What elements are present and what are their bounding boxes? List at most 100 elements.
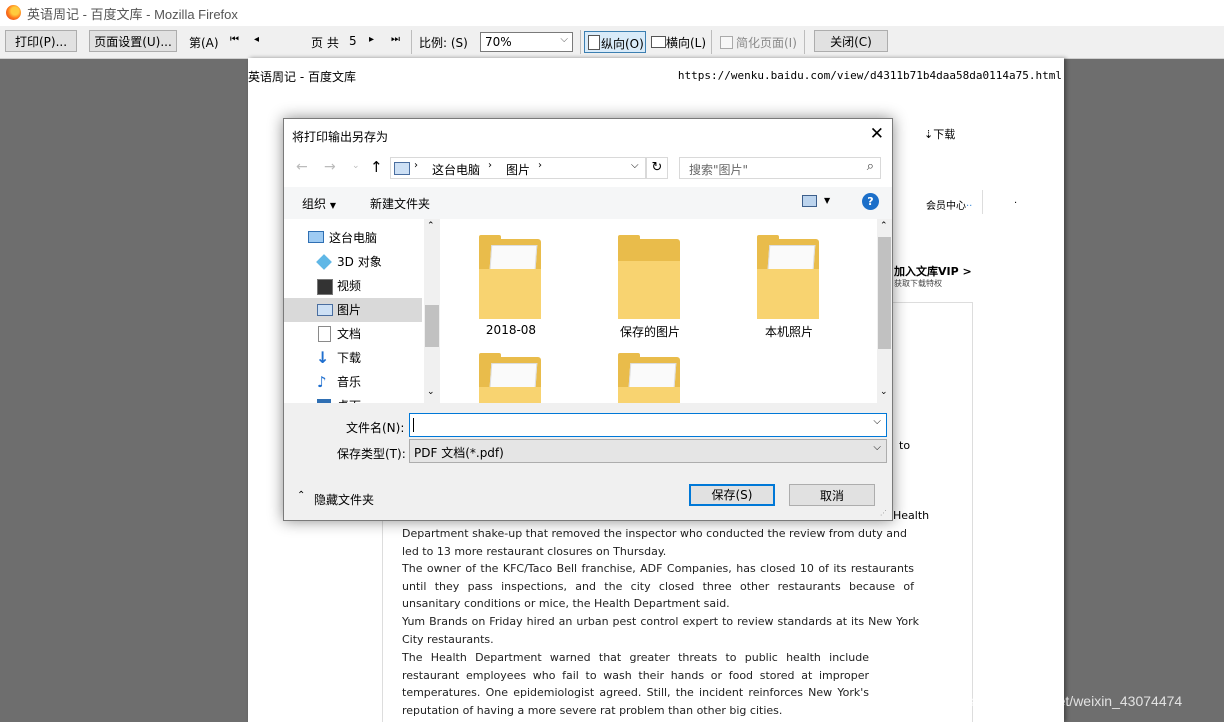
tree-item-3d-objects[interactable]: 3D 对象 xyxy=(284,250,422,274)
refresh-icon[interactable]: ↻ xyxy=(646,157,668,179)
chevron-down-icon: ⌵ xyxy=(560,34,568,45)
up-arrow-icon[interactable]: ↑ xyxy=(370,158,383,176)
next-page-icon[interactable]: ▸ xyxy=(369,34,374,45)
tree-item-desktop[interactable]: 桌面 xyxy=(284,394,422,403)
page-of-label: 页 共 xyxy=(311,36,339,50)
landscape-label: 横向(L) xyxy=(666,36,707,50)
video-icon xyxy=(317,279,333,295)
portrait-label: 纵向(O) xyxy=(601,37,644,51)
navigation-scrollbar[interactable]: ⌃ ⌄ xyxy=(424,219,440,403)
folder-name[interactable]: 2018-08 xyxy=(461,323,561,337)
landscape-toggle[interactable]: 横向(L) xyxy=(649,31,707,53)
text-fragment-health: Health xyxy=(893,509,930,522)
folder-icon[interactable] xyxy=(479,353,541,403)
tree-item-downloads[interactable]: ↓ 下载 xyxy=(284,346,422,370)
vip-title: 加入文库VIP > xyxy=(894,265,972,278)
organize-menu[interactable]: 组织 ▼ xyxy=(302,195,336,212)
tree-item-this-pc[interactable]: 这台电脑 xyxy=(284,226,422,250)
print-preview-toolbar: 打印(P)... 页面设置(U)... 第(A) ⏮ ◂ 1 页 共 5 ▸ ⏭… xyxy=(0,26,1224,78)
file-list-scrollbar[interactable]: ⌃ ⌄ xyxy=(877,219,892,403)
download-icon: ↓ xyxy=(316,348,330,367)
download-icon: ⇣ xyxy=(924,128,934,141)
folder-icon[interactable] xyxy=(618,353,680,403)
3d-objects-icon xyxy=(316,254,332,270)
filetype-value: PDF 文档(*.pdf) xyxy=(414,446,504,460)
simplify-checkbox[interactable] xyxy=(720,36,733,49)
command-bar: 组织 ▼ 新建文件夹 ▼ ? xyxy=(284,187,892,219)
scroll-up-icon[interactable]: ⌃ xyxy=(880,221,888,231)
search-box[interactable]: 搜索"图片" ⌕ xyxy=(679,157,881,179)
chevron-down-icon[interactable]: ⌵ xyxy=(631,160,639,171)
chevron-down-icon[interactable]: ▼ xyxy=(824,196,830,205)
close-button[interactable]: 关闭(C) xyxy=(814,30,888,52)
folder-name[interactable]: 本机照片 xyxy=(739,323,839,340)
tree-item-video[interactable]: 视频 xyxy=(284,274,422,298)
last-page-icon[interactable]: ⏭ xyxy=(391,34,400,45)
chevron-down-icon: ⌵ xyxy=(873,442,881,453)
toolbar-divider xyxy=(711,30,712,54)
page-setup-button[interactable]: 页面设置(U)... xyxy=(89,30,177,52)
simplify-label: 简化页面(I) xyxy=(736,36,797,50)
scroll-up-icon[interactable]: ⌃ xyxy=(427,221,435,231)
view-options-icon[interactable] xyxy=(802,195,817,207)
scale-select[interactable]: 70% ⌵ xyxy=(480,32,573,52)
chevron-right-icon: › xyxy=(538,160,542,171)
address-bar[interactable]: › 这台电脑 › 图片 › ⌵ xyxy=(390,157,646,179)
first-page-icon[interactable]: ⏮ xyxy=(230,34,239,45)
folder-icon[interactable] xyxy=(618,235,680,319)
back-arrow-icon[interactable]: ← xyxy=(296,159,308,175)
filetype-select[interactable]: PDF 文档(*.pdf) ⌵ xyxy=(409,439,887,463)
window-titlebar: 英语周记 - 百度文库 - Mozilla Firefox xyxy=(0,0,1224,26)
navigation-pane: 这台电脑 3D 对象 视频 图片 文档 ↓ 下载 ♪ 音乐 桌面 xyxy=(284,219,440,403)
folder-icon[interactable] xyxy=(479,235,541,319)
breadcrumb-item[interactable]: 图片 xyxy=(506,161,530,178)
scale-value: 70% xyxy=(485,35,512,49)
dialog-titlebar: 将打印输出另存为 ✕ xyxy=(284,119,892,152)
doc-paragraph: Yum Brands on Friday hired an urban pest… xyxy=(402,615,919,646)
landscape-page-icon xyxy=(651,36,666,48)
firefox-logo-icon xyxy=(6,5,21,20)
previous-page-icon[interactable]: ◂ xyxy=(254,34,259,45)
total-pages-label: 5 xyxy=(349,34,357,48)
search-icon: ⌕ xyxy=(866,159,874,174)
scrollbar-thumb[interactable] xyxy=(878,237,891,349)
doc-paragraph: Department shake-up that removed the ins… xyxy=(402,527,907,558)
download-link: ⇣下载 xyxy=(924,128,956,141)
dialog-title: 将打印输出另存为 xyxy=(292,130,389,144)
resize-grip-icon[interactable]: ⋰ xyxy=(880,509,887,517)
print-button[interactable]: 打印(P)... xyxy=(5,30,77,52)
folder-name[interactable]: 保存的图片 xyxy=(600,323,700,340)
page-prefix-label: 第(A) xyxy=(189,36,219,50)
save-as-dialog: 将打印输出另存为 ✕ ← → ⌄ ↑ › 这台电脑 › 图片 › ⌵ ↻ 搜索"… xyxy=(283,118,893,521)
tree-item-documents[interactable]: 文档 xyxy=(284,322,422,346)
breadcrumb-item[interactable]: 这台电脑 xyxy=(432,161,480,178)
chevron-down-icon[interactable]: ⌵ xyxy=(873,416,881,427)
filename-input[interactable]: ⌵ xyxy=(409,413,887,437)
chevron-up-icon[interactable]: ⌃ xyxy=(297,490,305,501)
scale-label: 比例: (S) xyxy=(419,36,468,50)
help-icon[interactable]: ? xyxy=(862,193,879,210)
toolbar-divider xyxy=(580,30,581,54)
hide-folders-toggle[interactable]: 隐藏文件夹 xyxy=(314,491,374,508)
recent-dropdown-icon[interactable]: ⌄ xyxy=(352,161,360,171)
cancel-button[interactable]: 取消 xyxy=(789,484,875,506)
folder-icon[interactable] xyxy=(757,235,819,319)
toolbar-divider xyxy=(804,30,805,54)
toolbar-divider xyxy=(411,30,412,54)
new-folder-button[interactable]: 新建文件夹 xyxy=(370,195,430,212)
header-divider xyxy=(982,190,983,214)
scroll-down-icon[interactable]: ⌄ xyxy=(427,387,435,397)
tree-item-music[interactable]: ♪ 音乐 xyxy=(284,370,422,394)
save-button[interactable]: 保存(S) xyxy=(689,484,775,506)
documents-icon xyxy=(318,326,331,342)
member-center-link: 会员中心·· xyxy=(926,201,973,212)
header-dot: · xyxy=(1014,198,1018,209)
dialog-footer: 文件名(N): ⌵ 保存类型(T): PDF 文档(*.pdf) ⌵ ⌃ 隐藏文… xyxy=(284,403,892,520)
scroll-down-icon[interactable]: ⌄ xyxy=(880,387,888,397)
portrait-toggle[interactable]: 纵向(O) xyxy=(584,31,646,53)
vip-subtitle: 获取下载特权 xyxy=(894,279,942,288)
forward-arrow-icon[interactable]: → xyxy=(324,159,336,175)
scrollbar-thumb[interactable] xyxy=(425,305,439,347)
tree-item-pictures[interactable]: 图片 xyxy=(284,298,422,322)
close-icon[interactable]: ✕ xyxy=(870,124,884,144)
